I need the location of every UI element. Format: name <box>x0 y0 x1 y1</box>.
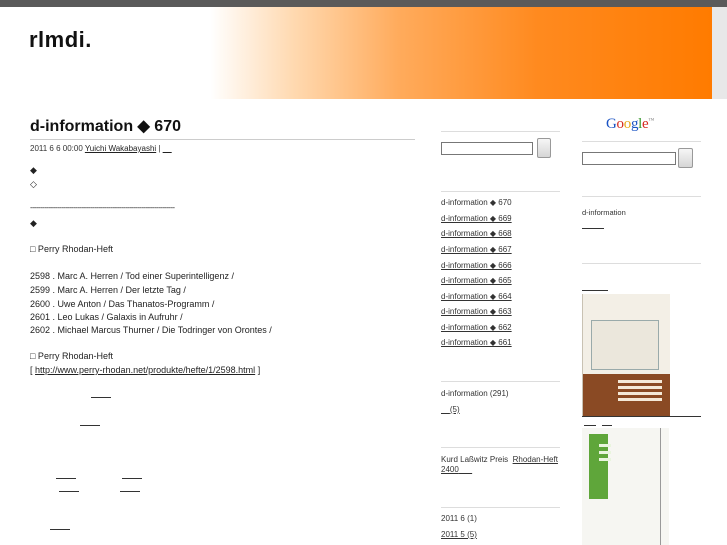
archive-item[interactable]: 2011 5 (5) <box>441 530 477 539</box>
google-letter: o <box>623 116 632 132</box>
inline-link[interactable] <box>50 529 70 530</box>
recent-entry[interactable]: d-information ◆ 666 <box>441 261 512 270</box>
book-cover-image[interactable] <box>582 294 670 416</box>
recent-entry[interactable]: d-information ◆ 667 <box>441 245 512 254</box>
blog-search-button[interactable] <box>537 138 551 158</box>
perry-rhodan-link[interactable]: http://www.perry-rhodan.net/produkte/hef… <box>35 365 255 375</box>
diamond-outline: ◇ <box>30 179 37 189</box>
inline-link[interactable] <box>91 397 111 398</box>
section-heading-2: □ Perry Rhodan-Heft <box>30 351 113 361</box>
inline-link[interactable] <box>56 478 76 479</box>
sidebar-divider <box>441 131 560 132</box>
inline-link[interactable] <box>122 478 142 479</box>
sidebar-divider <box>441 381 560 382</box>
recent-entry[interactable]: d-information ◆ 664 <box>441 292 512 301</box>
blog-search-input[interactable] <box>441 142 533 155</box>
sidebar-divider <box>441 447 560 448</box>
tag-line: Kurd Laßwitz Preis Rhodan-Heft <box>441 455 558 464</box>
post-meta: 2011 6 6 00:00 Yuichi Wakabayashi | __ <box>30 144 172 153</box>
inline-link[interactable] <box>120 491 140 492</box>
category-count: (5) <box>449 405 460 414</box>
category-item-2[interactable]: (5) <box>441 405 460 414</box>
tag-text: Kurd Laßwitz Preis <box>441 455 509 464</box>
sidebar-divider <box>441 191 560 192</box>
section-heading-1: □ Perry Rhodan-Heft <box>30 244 113 254</box>
bracket-open: [ <box>30 365 33 375</box>
right-link[interactable] <box>582 290 608 291</box>
recent-entry[interactable]: d-information ◆ 662 <box>441 323 512 332</box>
right-link[interactable] <box>602 425 612 426</box>
title-divider <box>30 139 415 140</box>
google-letter: G <box>606 116 617 132</box>
right-link[interactable] <box>584 425 596 426</box>
author-link[interactable]: Yuichi Wakabayashi <box>85 144 156 153</box>
right-link[interactable] <box>582 228 604 229</box>
top-bar <box>0 0 727 7</box>
bracket-close: ] <box>257 365 261 375</box>
cover-spine <box>660 428 661 545</box>
list-item: 2600 . Uwe Anton / Das Thanatos-Programm… <box>30 299 215 309</box>
recent-entry[interactable]: d-information ◆ 670 <box>441 198 512 207</box>
sidebar-divider <box>582 141 701 142</box>
google-logo: Google™ <box>606 116 654 133</box>
post-date: 2011 6 6 00:00 <box>30 144 83 153</box>
google-search-input[interactable] <box>582 152 676 165</box>
list-item: 2599 . Marc A. Herren / Der letzte Tag / <box>30 285 186 295</box>
recent-entry[interactable]: d-information ◆ 668 <box>441 229 512 238</box>
recent-entry[interactable]: d-information ◆ 665 <box>441 276 512 285</box>
inline-link[interactable] <box>59 491 79 492</box>
map-illustration <box>591 320 659 370</box>
list-item: 2602 . Michael Marcus Thurner / Die Todr… <box>30 325 272 335</box>
google-search-button[interactable] <box>678 148 693 168</box>
cover-band <box>583 374 670 416</box>
meta-extra-link[interactable]: __ <box>163 144 172 153</box>
sidebar-divider <box>582 416 701 417</box>
google-letter: o <box>616 116 625 132</box>
sidebar-divider <box>582 263 701 264</box>
tag-number: 2400 <box>441 465 459 474</box>
diamond-filled-2: ◆ <box>30 218 37 228</box>
recent-entry[interactable]: d-information ◆ 661 <box>441 338 512 347</box>
book-cover-image[interactable] <box>582 428 669 545</box>
cover-green-panel <box>589 434 611 499</box>
google-tm: ™ <box>648 118 654 124</box>
list-item: 2601 . Leo Lukas / Galaxis in Aufruhr / <box>30 312 183 322</box>
archive-item[interactable]: 2011 6 (1) <box>441 514 477 523</box>
recent-entry[interactable]: d-information ◆ 669 <box>441 214 512 223</box>
dash-separator: ----------------------------------------… <box>30 203 175 212</box>
sidebar-divider <box>441 507 560 508</box>
recent-entry[interactable]: d-information ◆ 663 <box>441 307 512 316</box>
sidebar-divider <box>582 196 701 197</box>
tag-link[interactable]: Rhodan-Heft <box>513 455 558 464</box>
right-category-label[interactable]: d-information <box>582 208 626 217</box>
header-edge <box>712 7 727 99</box>
inline-link[interactable] <box>80 425 100 426</box>
list-item: 2598 . Marc A. Herren / Tod einer Superi… <box>30 271 234 281</box>
diamond-filled-1: ◆ <box>30 165 37 175</box>
post-title[interactable]: d-information ◆ 670 <box>30 116 181 136</box>
site-header: rlmdi. <box>15 7 712 99</box>
site-title[interactable]: rlmdi. <box>29 27 92 53</box>
source-link-line: [ http://www.perry-rhodan.net/produkte/h… <box>30 365 260 375</box>
meta-separator: | <box>158 144 161 153</box>
category-item[interactable]: d-information (291) <box>441 389 509 398</box>
tag-link-2[interactable]: 2400 <box>441 465 472 474</box>
